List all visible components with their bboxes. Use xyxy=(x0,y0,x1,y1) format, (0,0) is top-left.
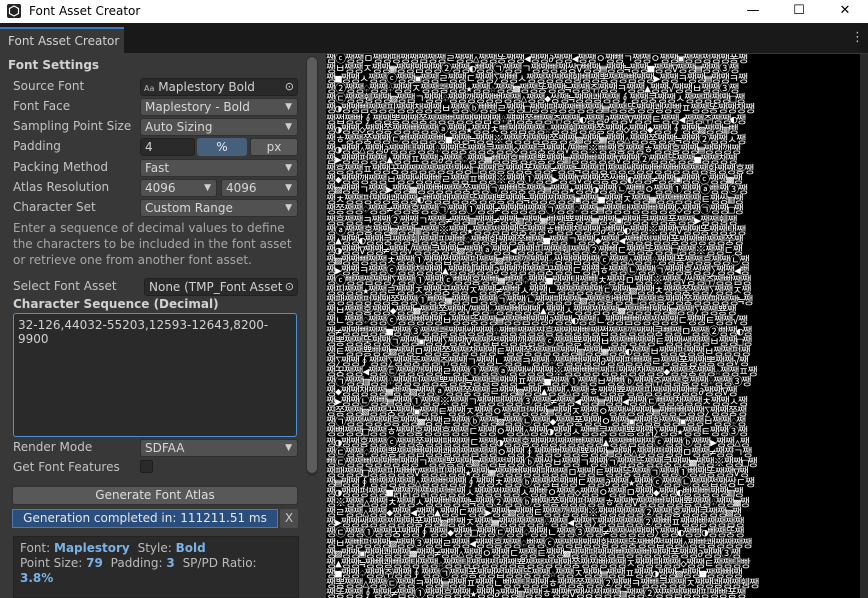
settings-scrollbar-thumb[interactable] xyxy=(307,57,317,473)
sampling-point-size-value: Auto Sizing xyxy=(145,120,213,134)
character-sequence-label: Character Sequence (Decimal) xyxy=(13,297,219,311)
close-button[interactable]: ✕ xyxy=(822,0,868,23)
padding-px-toggle[interactable]: px xyxy=(250,138,298,156)
atlas-height-value: 4096 xyxy=(226,181,257,195)
chevron-down-icon: ▼ xyxy=(285,443,292,453)
select-font-asset-value: None (TMP_Font Asset xyxy=(149,280,283,294)
settings-panel: Font Settings Source Font Aa Maplestory … xyxy=(0,53,322,598)
info-font-label: Font: xyxy=(20,541,51,555)
generate-font-atlas-button[interactable]: Generate Font Atlas xyxy=(12,486,298,505)
sampling-point-size-label: Sampling Point Size xyxy=(13,119,132,133)
character-set-label: Character Set xyxy=(13,200,96,214)
source-font-label: Source Font xyxy=(13,79,85,93)
source-font-value: Maplestory Bold xyxy=(158,80,255,94)
object-picker-icon[interactable]: ⊙ xyxy=(285,79,294,95)
get-font-features-label: Get Font Features xyxy=(13,460,120,474)
info-ratio-value: 3.8% xyxy=(20,571,54,585)
source-font-field[interactable]: Aa Maplestory Bold ⊙ xyxy=(140,78,298,96)
tab-font-asset-creator[interactable]: Font Asset Creator xyxy=(0,27,124,53)
chevron-down-icon: ▼ xyxy=(285,163,292,173)
generation-progress-bar: Generation completed in: 111211.51 ms xyxy=(12,509,278,528)
more-options-icon[interactable]: ⋮ xyxy=(851,30,864,45)
section-header: Font Settings xyxy=(8,58,100,72)
font-face-label: Font Face xyxy=(13,99,71,113)
tab-bar: Font Asset Creator ⋮ xyxy=(0,23,868,53)
padding-percent-toggle[interactable]: % xyxy=(197,138,247,156)
padding-label: Padding xyxy=(13,139,61,153)
info-style-value: Bold xyxy=(175,541,206,555)
unity-icon xyxy=(7,4,21,18)
minimize-button[interactable]: — xyxy=(730,0,776,23)
get-font-features-checkbox[interactable] xyxy=(140,460,153,473)
font-asset-icon: Aa xyxy=(144,84,155,93)
padding-input[interactable]: 4 xyxy=(140,138,195,156)
info-padding-label: Padding: xyxy=(110,556,163,570)
atlas-glyph-texture: 쨈ⓒ쨍쨍ㅁ쨍쨍팽쨍쨍쨈쨍쨍ㄹ쨍쨍△쨍쨍똥쨍쨍◀쨍쨍∂쨍쨍◀쨍쨍ㅇ쨍뺑ㄱ쨍쨍ㅇ쨍쨍… xyxy=(326,54,760,598)
chevron-down-icon: ▼ xyxy=(285,183,292,193)
window-titlebar: Font Asset Creator — ☐ ✕ xyxy=(0,0,868,23)
character-set-dropdown[interactable]: Custom Range ▼ xyxy=(140,199,298,217)
info-ratio-label: SP/PD Ratio: xyxy=(182,556,257,570)
packing-method-label: Packing Method xyxy=(13,160,108,174)
atlas-width-value: 4096 xyxy=(145,181,176,195)
info-point-size-label: Point Size: xyxy=(20,556,83,570)
sampling-point-size-dropdown[interactable]: Auto Sizing ▼ xyxy=(140,118,298,136)
info-point-size-value: 79 xyxy=(86,556,103,570)
chevron-down-icon: ▼ xyxy=(285,102,292,112)
clear-button[interactable]: X xyxy=(280,509,298,528)
select-font-asset-field[interactable]: None (TMP_Font Asset ⊙ xyxy=(144,278,298,296)
info-style-label: Style: xyxy=(137,541,172,555)
window-title: Font Asset Creator xyxy=(29,4,141,18)
font-face-dropdown[interactable]: Maplestory - Bold ▼ xyxy=(140,98,298,116)
chevron-down-icon: ▼ xyxy=(285,122,292,132)
select-font-asset-label: Select Font Asset xyxy=(13,279,117,293)
render-mode-value: SDFAA xyxy=(145,441,185,455)
info-padding-value: 3 xyxy=(166,556,175,570)
character-sequence-textarea[interactable]: 32-126,44032-55203,12593-12643,8200-9900 xyxy=(13,313,297,437)
chevron-down-icon: ▼ xyxy=(285,203,292,213)
font-atlas-preview: 쨈ⓒ쨍쨍ㅁ쨍쨍팽쨍쨍쨈쨍쨍ㄹ쨍쨍△쨍쨍똥쨍쨍◀쨍쨍∂쨍쨍◀쨍쨍ㅇ쨍뺑ㄱ쨍쨍ㅇ쨍쨍… xyxy=(326,54,860,598)
character-set-value: Custom Range xyxy=(145,201,233,215)
help-text: Enter a sequence of decimal values to de… xyxy=(13,221,292,267)
font-face-value: Maplestory - Bold xyxy=(145,100,250,114)
atlas-height-dropdown[interactable]: 4096 ▼ xyxy=(221,179,298,197)
atlas-resolution-label: Atlas Resolution xyxy=(13,180,110,194)
info-font-value: Maplestory xyxy=(54,541,130,555)
object-picker-icon[interactable]: ⊙ xyxy=(284,279,294,295)
maximize-button[interactable]: ☐ xyxy=(776,0,822,23)
output-info-box: Font: Maplestory Style: Bold Point Size:… xyxy=(13,536,299,598)
preview-scrollbar[interactable] xyxy=(860,54,868,598)
packing-method-value: Fast xyxy=(145,161,170,175)
render-mode-dropdown[interactable]: SDFAA ▼ xyxy=(140,439,298,457)
atlas-width-dropdown[interactable]: 4096 ▼ xyxy=(140,179,217,197)
chevron-down-icon: ▼ xyxy=(204,183,211,193)
packing-method-dropdown[interactable]: Fast ▼ xyxy=(140,159,298,177)
render-mode-label: Render Mode xyxy=(13,440,93,454)
